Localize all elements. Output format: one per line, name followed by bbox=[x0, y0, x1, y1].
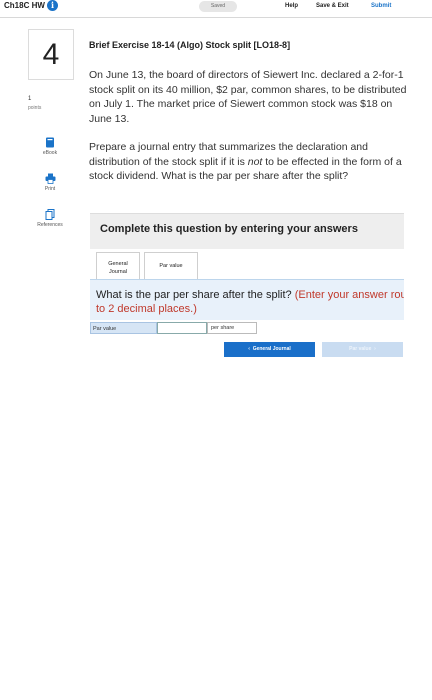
assignment-title: Ch18C HW bbox=[4, 1, 45, 10]
save-exit-link[interactable]: Save & Exit bbox=[316, 3, 349, 9]
question-number: 4 bbox=[28, 29, 74, 80]
par-value-question-box: What is the par per share after the spli… bbox=[90, 279, 404, 320]
points-label: points bbox=[28, 105, 42, 111]
header-divider bbox=[0, 17, 432, 18]
book-icon bbox=[46, 137, 54, 148]
references-tool[interactable]: References bbox=[28, 209, 72, 228]
top-bar: Ch18C HW i Saved Help Save & Exit Submit bbox=[0, 0, 432, 16]
complete-banner-text: Complete this question by entering your … bbox=[100, 223, 358, 235]
par-value-row-label: Par value bbox=[90, 322, 157, 334]
references-label: References bbox=[37, 222, 63, 228]
points-value: 1 bbox=[28, 96, 32, 102]
references-icon bbox=[45, 209, 55, 220]
tab-general-journal-label: General Journal bbox=[97, 260, 139, 276]
tab-par-value[interactable]: Par value bbox=[144, 252, 198, 281]
prev-button-label: General Journal bbox=[252, 346, 291, 352]
saved-status: Saved bbox=[199, 1, 237, 12]
prev-general-journal-button[interactable]: ‹ General Journal bbox=[224, 342, 315, 357]
next-par-value-button[interactable]: Par value › bbox=[322, 342, 403, 357]
ebook-tool[interactable]: eBook bbox=[28, 137, 72, 156]
tab-general-journal-line2: Journal bbox=[108, 269, 128, 275]
paragraph-2-emphasis: not bbox=[247, 155, 263, 168]
par-value-unit: per share bbox=[207, 322, 257, 334]
complete-question-banner: Complete this question by entering your … bbox=[90, 213, 404, 249]
next-button-label: Par value bbox=[349, 346, 372, 352]
help-link[interactable]: Help bbox=[285, 3, 298, 9]
submit-link[interactable]: Submit bbox=[371, 3, 391, 9]
exercise-title: Brief Exercise 18-14 (Algo) Stock split … bbox=[89, 40, 291, 50]
par-value-input[interactable] bbox=[157, 322, 207, 334]
chevron-right-icon: › bbox=[374, 346, 376, 352]
print-label: Print bbox=[44, 186, 56, 192]
ebook-label: eBook bbox=[42, 150, 58, 156]
tab-general-journal-line1: General bbox=[108, 261, 128, 267]
question-paragraph-1: On June 13, the board of directors of Si… bbox=[89, 69, 407, 125]
print-tool[interactable]: Print bbox=[28, 173, 72, 192]
chevron-left-icon: ‹ bbox=[248, 346, 250, 352]
tab-general-journal[interactable]: General Journal bbox=[96, 252, 140, 281]
info-icon[interactable]: i bbox=[47, 0, 58, 11]
par-value-question: What is the par per share after the spli… bbox=[96, 288, 404, 316]
par-value-prompt: What is the par per share after the spli… bbox=[96, 289, 295, 301]
printer-icon bbox=[45, 173, 55, 184]
question-paragraph-2: Prepare a journal entry that summarizes … bbox=[89, 140, 407, 184]
tab-par-value-label: Par value bbox=[159, 263, 183, 269]
